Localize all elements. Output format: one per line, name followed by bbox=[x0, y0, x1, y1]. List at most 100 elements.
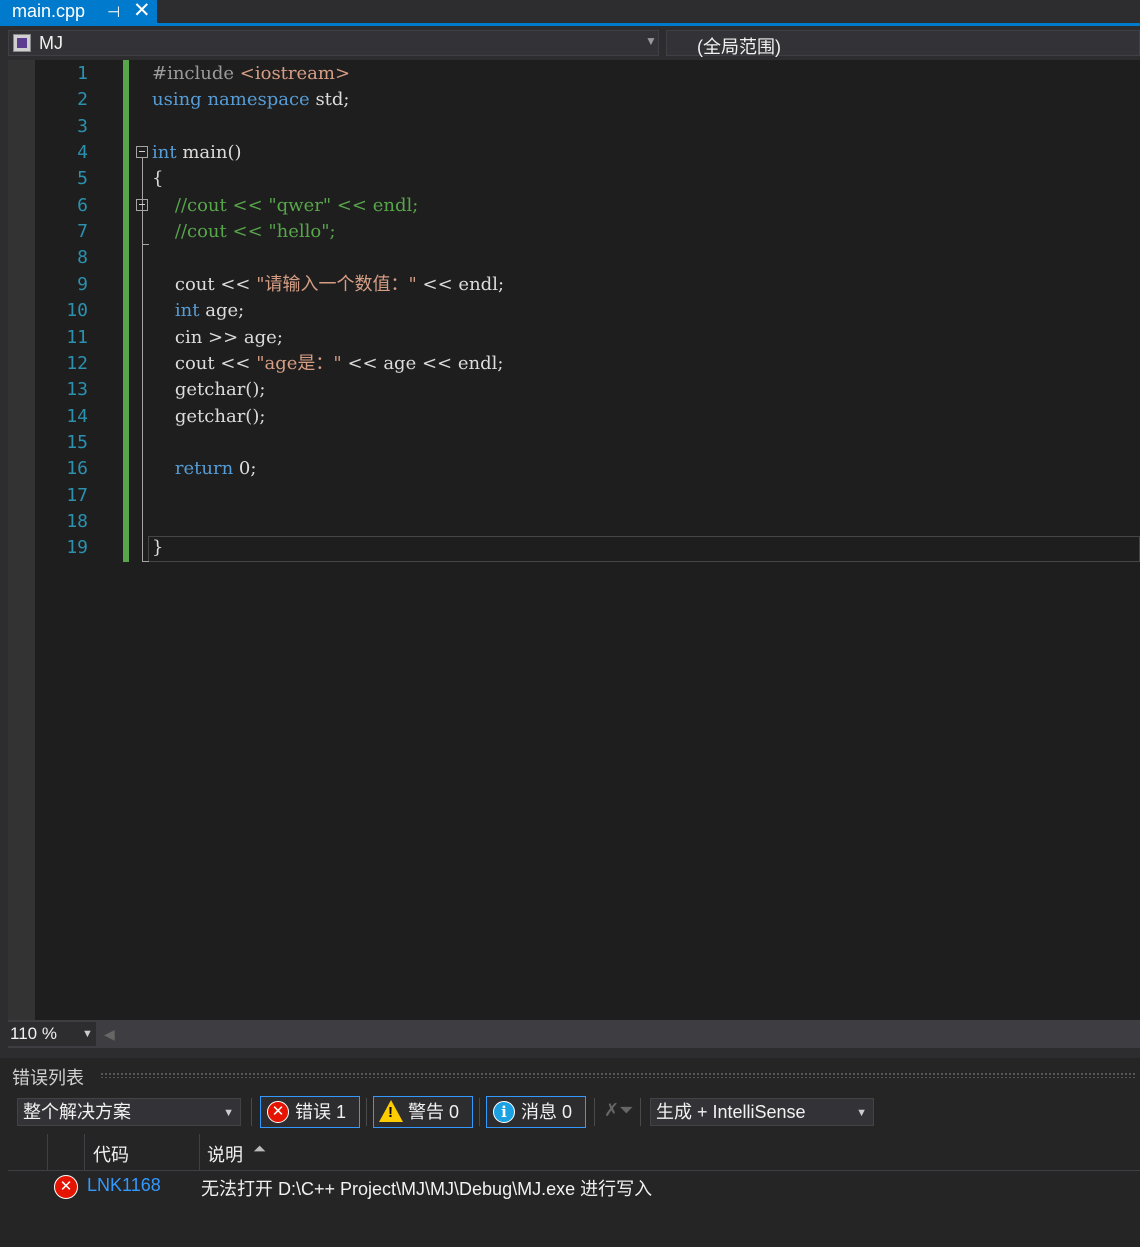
line-number: 4 bbox=[77, 142, 88, 164]
error-icon: ✕ bbox=[54, 1175, 78, 1199]
error-list-title: 错误列表 bbox=[12, 1068, 84, 1088]
errors-filter-button[interactable]: ✕ 错误 1 bbox=[260, 1096, 360, 1128]
scope-select[interactable]: 整个解决方案 ▼ bbox=[17, 1098, 241, 1126]
code-token: <iostream> bbox=[239, 63, 351, 84]
line-number: 11 bbox=[66, 326, 88, 348]
code-token: //cout << "qwer" << endl; bbox=[152, 194, 419, 216]
line-number: 16 bbox=[66, 458, 88, 480]
collapse-comment-icon[interactable] bbox=[136, 199, 148, 211]
toolbar-separator bbox=[479, 1098, 480, 1126]
error-icon: ✕ bbox=[267, 1101, 289, 1123]
line-number: 7 bbox=[77, 221, 88, 243]
column-header-code[interactable]: 代码 bbox=[93, 1141, 129, 1167]
code-token: "age是：" bbox=[256, 352, 342, 374]
code-line[interactable]: cin >> age; bbox=[152, 325, 283, 351]
code-line[interactable]: #include <iostream> bbox=[152, 61, 350, 87]
pin-icon[interactable]: ⊣ bbox=[107, 1, 120, 24]
close-icon[interactable]: ✕ bbox=[133, 0, 151, 22]
line-number: 6 bbox=[77, 194, 88, 216]
tab-title: main.cpp bbox=[12, 1, 86, 21]
code-line[interactable]: return 0; bbox=[152, 456, 257, 482]
column-divider[interactable] bbox=[199, 1134, 200, 1170]
code-line[interactable]: int main() bbox=[152, 140, 242, 166]
code-line[interactable]: int age; bbox=[152, 298, 244, 324]
column-header-description[interactable]: 说明 bbox=[207, 1141, 243, 1167]
code-line[interactable]: getchar(); bbox=[152, 404, 266, 430]
sort-ascending-icon: ⏶ bbox=[253, 1141, 266, 1158]
outline-guide bbox=[142, 158, 143, 561]
project-label: MJ bbox=[39, 33, 63, 53]
error-table-header bbox=[8, 1134, 1140, 1171]
code-token: namespace bbox=[207, 89, 310, 111]
column-divider[interactable] bbox=[47, 1134, 48, 1170]
code-line[interactable]: using namespace std; bbox=[152, 87, 350, 113]
code-token: age; bbox=[199, 300, 245, 322]
line-number: 2 bbox=[77, 89, 88, 111]
line-number: 19 bbox=[66, 537, 88, 559]
project-dropdown[interactable]: MJ ▼ bbox=[8, 30, 659, 56]
messages-filter-label: 消息 0 bbox=[521, 1102, 573, 1122]
tab-main-cpp[interactable]: main.cpp ⊣ ✕ bbox=[0, 0, 157, 24]
collapse-main-icon[interactable] bbox=[136, 146, 148, 158]
code-token: << endl; bbox=[416, 273, 505, 295]
code-token: #include bbox=[152, 63, 240, 84]
code-token: int bbox=[174, 300, 200, 322]
code-line[interactable]: } bbox=[152, 535, 163, 561]
current-line-highlight bbox=[148, 536, 1140, 562]
scope-select-value: 整个解决方案 bbox=[23, 1102, 131, 1122]
code-line[interactable]: getchar(); bbox=[152, 377, 266, 403]
code-token: return bbox=[174, 458, 234, 480]
build-filter-select[interactable]: 生成 + IntelliSense ▼ bbox=[650, 1098, 874, 1126]
scope-label: (全局范围) bbox=[697, 37, 781, 57]
code-token: //cout << "hello"; bbox=[152, 221, 336, 243]
chevron-down-icon: ▼ bbox=[82, 1028, 93, 1040]
chevron-down-icon: ▼ bbox=[223, 1107, 234, 1119]
zoom-dropdown[interactable]: 110 % ▼ bbox=[8, 1022, 96, 1046]
toolbar-separator bbox=[251, 1098, 252, 1126]
info-icon: i bbox=[493, 1101, 515, 1123]
code-line[interactable]: { bbox=[152, 166, 163, 192]
toolbar-separator bbox=[594, 1098, 595, 1126]
warnings-filter-button[interactable]: ! 警告 0 bbox=[373, 1096, 473, 1128]
code-token: 0; bbox=[233, 458, 257, 480]
panel-grip[interactable] bbox=[100, 1072, 1136, 1078]
code-token: std; bbox=[309, 89, 350, 111]
line-number: 18 bbox=[66, 510, 88, 532]
code-line[interactable]: cout << "请输入一个数值：" << endl; bbox=[152, 272, 504, 298]
editor-margin bbox=[8, 60, 35, 1020]
error-code-link[interactable]: LNK1168 bbox=[87, 1175, 161, 1196]
clear-filter-icon[interactable]: ✗⏷ bbox=[604, 1100, 633, 1121]
build-filter-value: 生成 + IntelliSense bbox=[656, 1102, 806, 1122]
code-token: { bbox=[152, 168, 164, 190]
toolbar-separator bbox=[366, 1098, 367, 1126]
line-number: 15 bbox=[66, 431, 88, 453]
line-number: 9 bbox=[77, 273, 88, 295]
code-token: << age << endl; bbox=[341, 352, 504, 374]
scope-dropdown[interactable]: (全局范围) bbox=[666, 30, 1140, 57]
chevron-down-icon: ▼ bbox=[645, 34, 657, 48]
code-token: cout << bbox=[152, 273, 257, 295]
code-line[interactable]: //cout << "hello"; bbox=[152, 219, 336, 245]
warnings-filter-label: 警告 0 bbox=[408, 1102, 460, 1122]
editor-status-strip bbox=[8, 1020, 1140, 1048]
code-token: getchar(); bbox=[152, 405, 266, 427]
messages-filter-button[interactable]: i 消息 0 bbox=[486, 1096, 586, 1128]
scroll-left-icon[interactable]: ◀ bbox=[104, 1026, 115, 1043]
line-number: 5 bbox=[77, 168, 88, 190]
code-line[interactable]: cout << "age是：" << age << endl; bbox=[152, 351, 504, 377]
line-number: 17 bbox=[66, 484, 88, 506]
code-token: int bbox=[152, 142, 177, 164]
change-tracking-bar bbox=[123, 60, 129, 562]
warning-icon: ! bbox=[379, 1100, 403, 1122]
outline-guide-end bbox=[142, 561, 149, 562]
chevron-down-icon: ▼ bbox=[856, 1107, 867, 1119]
code-token: main() bbox=[176, 142, 242, 164]
line-number: 14 bbox=[66, 405, 88, 427]
column-divider[interactable] bbox=[84, 1134, 85, 1170]
zoom-value: 110 % bbox=[10, 1024, 57, 1043]
code-line[interactable]: //cout << "qwer" << endl; bbox=[152, 193, 418, 219]
project-icon bbox=[13, 34, 31, 52]
line-number: 13 bbox=[66, 379, 88, 401]
